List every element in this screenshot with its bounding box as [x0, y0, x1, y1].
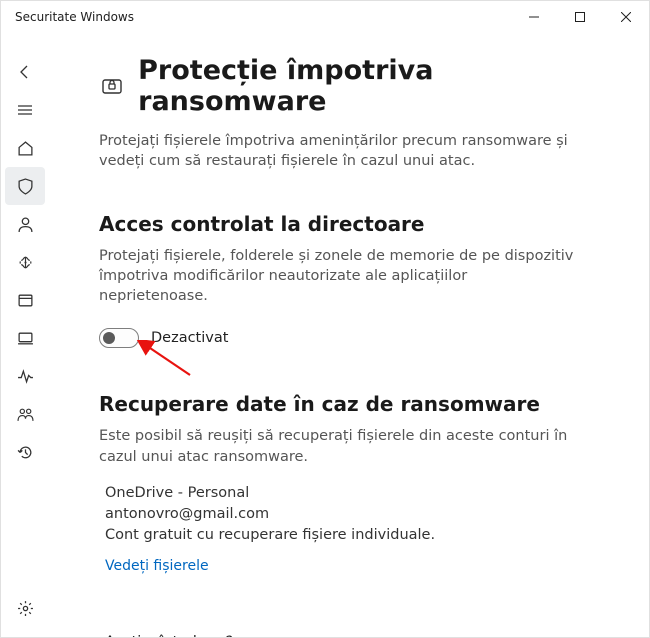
maximize-button[interactable]	[557, 1, 603, 33]
controlled-access-heading: Acces controlat la directoare	[99, 212, 615, 236]
nav-virus-protection[interactable]	[5, 167, 45, 205]
nav-settings[interactable]	[5, 589, 45, 627]
nav-protection-history[interactable]	[5, 433, 45, 471]
view-files-link[interactable]: Vedeți fișierele	[105, 558, 209, 574]
sidebar	[1, 33, 49, 637]
help-question: Aveți o întrebare?	[105, 634, 615, 637]
toggle-state-label: Dezactivat	[151, 330, 228, 346]
nav-device-performance[interactable]	[5, 357, 45, 395]
recovery-heading: Recuperare date în caz de ransomware	[99, 392, 615, 416]
content-area: Protecție împotriva ransomware Protejați…	[49, 33, 649, 637]
nav-device-security[interactable]	[5, 319, 45, 357]
nav-app-browser[interactable]	[5, 281, 45, 319]
annotation-arrow	[135, 340, 195, 380]
page-subtitle: Protejați fișierele împotriva amenințări…	[99, 131, 579, 172]
controlled-access-desc: Protejați fișierele, folderele și zonele…	[99, 246, 579, 307]
nav-family-options[interactable]	[5, 395, 45, 433]
onedrive-account: OneDrive - Personal antonovro@gmail.com …	[105, 483, 615, 546]
minimize-button[interactable]	[511, 1, 557, 33]
window-title: Securitate Windows	[15, 10, 511, 24]
nav-firewall[interactable]	[5, 243, 45, 281]
account-name: OneDrive - Personal	[105, 483, 615, 504]
menu-button[interactable]	[5, 91, 45, 129]
nav-home[interactable]	[5, 129, 45, 167]
account-email: antonovro@gmail.com	[105, 504, 615, 525]
titlebar: Securitate Windows	[1, 1, 649, 33]
nav-account-protection[interactable]	[5, 205, 45, 243]
back-button[interactable]	[5, 53, 45, 91]
close-button[interactable]	[603, 1, 649, 33]
ransomware-icon	[99, 73, 124, 99]
controlled-access-toggle[interactable]	[99, 328, 139, 348]
recovery-desc: Este posibil să reușiți să recuperați fi…	[99, 426, 579, 467]
account-plan: Cont gratuit cu recuperare fișiere indiv…	[105, 525, 615, 546]
page-title: Protecție împotriva ransomware	[138, 55, 615, 117]
